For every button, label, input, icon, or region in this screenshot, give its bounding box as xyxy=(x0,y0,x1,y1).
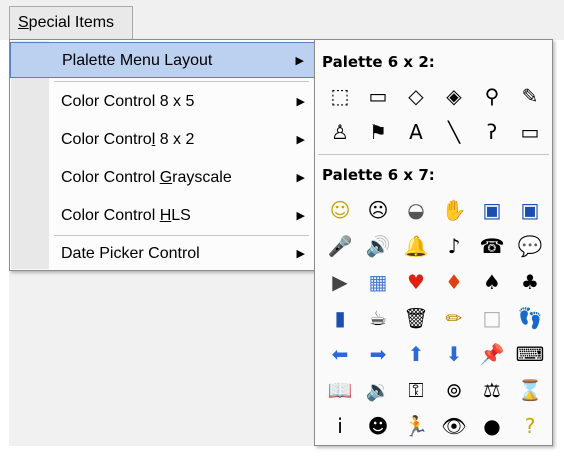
submenu-arrow-icon: ▶ xyxy=(295,55,304,67)
spray-can-icon[interactable]: ⚑ xyxy=(359,114,397,150)
menu-item-label: Color Control Grayscale xyxy=(61,169,232,186)
save-disk-icon[interactable]: ▣ xyxy=(473,192,511,228)
bell-icon[interactable]: 🔔 xyxy=(397,228,435,264)
calculator-icon[interactable]: ▦ xyxy=(359,264,397,300)
submenu-arrow-icon: ▶ xyxy=(296,96,305,108)
question-mark-icon[interactable]: ? xyxy=(511,408,549,444)
background-panel xyxy=(9,268,316,446)
fill-bucket-icon[interactable]: ◈ xyxy=(435,78,473,114)
palette-6x7-grid: ☺ ☹ ◒ ✋ ▣ ▣ 🎤 🔊 🔔 ♪ ☎ 💬 ▶ ▦ ♥ ♦ ♠ ♣ ▮ ☕ 🗑 ✏ □ 👣 ⬅ ➡ ⬆ ⬇ 📌 ⌨ 📖 🔉 ⚿ ⊚ ⚖ ⌛ i ☻ 🏃 👁… xyxy=(321,192,549,444)
trash-bin-blue-icon[interactable]: ▮ xyxy=(321,300,359,336)
thumbs-up-icon[interactable]: ✋ xyxy=(435,192,473,228)
palette-submenu: Palette 6 x 2: ⬚ ▭ ◇ ◈ ⚲ ✎ ♙ ⚑ A ╲ ʔ ▭ Palette 6 x … xyxy=(314,39,553,446)
eye-icon[interactable]: 👁 xyxy=(435,408,473,444)
submenu-arrow-icon: ▶ xyxy=(296,248,305,260)
hourglass-icon[interactable]: ⌛ xyxy=(511,372,549,408)
music-note-icon[interactable]: ♪ xyxy=(435,228,473,264)
diamond-icon[interactable]: ♦ xyxy=(435,264,473,300)
smiley-face-icon[interactable]: ☺ xyxy=(321,192,359,228)
arrow-down-icon[interactable]: ⬇ xyxy=(435,336,473,372)
menu-item-label: Color Control HLS xyxy=(61,207,191,224)
heart-icon[interactable]: ♥ xyxy=(397,264,435,300)
key-icon[interactable]: ⚿ xyxy=(397,372,435,408)
trash-can-icon[interactable]: 🗑 xyxy=(397,300,435,336)
keyboard-icon[interactable]: ⌨ xyxy=(511,336,549,372)
lasso-select-icon[interactable]: ⬚ xyxy=(321,78,359,114)
menu-bar: Special Items xyxy=(0,0,564,40)
palette-separator xyxy=(318,154,549,155)
submenu-arrow-icon: ▶ xyxy=(296,172,305,184)
menu-item-palette-menu-layout[interactable]: Plalette Menu Layout ▶ xyxy=(10,42,315,78)
menu-item-color-control-hls[interactable]: Color Control HLS ▶ xyxy=(10,198,315,234)
head-profile-icon[interactable]: ☻ xyxy=(359,408,397,444)
palette-6x7-heading: Palette 6 x 7: xyxy=(322,166,435,184)
submenu-arrow-icon: ▶ xyxy=(296,210,305,222)
speaker-icon[interactable]: 🔊 xyxy=(359,228,397,264)
footprints-icon[interactable]: 👣 xyxy=(511,300,549,336)
book-icon[interactable]: 📖 xyxy=(321,372,359,408)
palette-6x2-heading: Palette 6 x 2: xyxy=(322,53,435,71)
arrow-up-icon[interactable]: ⬆ xyxy=(397,336,435,372)
hearing-icon[interactable]: 🔉 xyxy=(359,372,397,408)
spade-icon[interactable]: ♠ xyxy=(473,264,511,300)
menu-item-label: Plalette Menu Layout xyxy=(62,52,213,69)
projector-icon[interactable]: ▶ xyxy=(321,264,359,300)
line-tool-icon[interactable]: ╲ xyxy=(435,114,473,150)
piggy-bank-icon[interactable]: ◒ xyxy=(397,192,435,228)
brush-icon[interactable]: ♙ xyxy=(321,114,359,150)
menu-item-label: Color Control 8 x 2 xyxy=(61,131,195,148)
palette-6x2-grid: ⬚ ▭ ◇ ◈ ⚲ ✎ ♙ ⚑ A ╲ ʔ ▭ xyxy=(321,78,549,150)
speech-bubble-icon[interactable]: 💬 xyxy=(511,228,549,264)
menu-item-color-control-8x2[interactable]: Color Control 8 x 2 ▶ xyxy=(10,122,315,158)
eraser-icon[interactable]: ◇ xyxy=(397,78,435,114)
menu-separator xyxy=(54,81,309,82)
arrow-left-icon[interactable]: ⬅ xyxy=(321,336,359,372)
special-items-dropdown: Plalette Menu Layout ▶ Color Control 8 x… xyxy=(9,39,316,271)
menu-title-rest: pecial Items xyxy=(28,14,115,31)
sad-face-icon[interactable]: ☹ xyxy=(359,192,397,228)
menu-item-date-picker-control[interactable]: Date Picker Control ▶ xyxy=(10,236,315,272)
menu-item-color-control-8x5[interactable]: Color Control 8 x 5 ▶ xyxy=(10,84,315,120)
mug-icon[interactable]: ☕ xyxy=(359,300,397,336)
menu-title-mnemonic: S xyxy=(18,14,29,31)
submenu-arrow-icon: ▶ xyxy=(296,134,305,146)
running-man-icon[interactable]: 🏃 xyxy=(397,408,435,444)
curve-tool-icon[interactable]: ʔ xyxy=(473,114,511,150)
special-items-menu[interactable]: Special Items xyxy=(9,6,133,39)
scales-icon[interactable]: ⚖ xyxy=(473,372,511,408)
pencil-icon[interactable]: ✎ xyxy=(511,78,549,114)
person-icon[interactable]: i xyxy=(321,408,359,444)
club-icon[interactable]: ♣ xyxy=(511,264,549,300)
microphone-icon[interactable]: 🎤 xyxy=(321,228,359,264)
save-disk-alt-icon[interactable]: ▣ xyxy=(511,192,549,228)
menu-item-label: Date Picker Control xyxy=(61,245,200,262)
text-tool-icon[interactable]: A xyxy=(397,114,435,150)
menu-item-label: Color Control 8 x 5 xyxy=(61,93,195,110)
pushpin-icon[interactable]: 📌 xyxy=(473,336,511,372)
menu-item-color-control-grayscale[interactable]: Color Control Grayscale ▶ xyxy=(10,160,315,196)
eight-ball-icon[interactable]: ● xyxy=(473,408,511,444)
rectangle-tool-icon[interactable]: ▭ xyxy=(511,114,549,150)
arrow-right-icon[interactable]: ➡ xyxy=(359,336,397,372)
magnifier-icon[interactable]: ⚲ xyxy=(473,78,511,114)
film-reel-icon[interactable]: ⊚ xyxy=(435,372,473,408)
telephone-icon[interactable]: ☎ xyxy=(473,228,511,264)
blank-page-icon[interactable]: □ xyxy=(473,300,511,336)
pencil-yellow-icon[interactable]: ✏ xyxy=(435,300,473,336)
rect-select-icon[interactable]: ▭ xyxy=(359,78,397,114)
